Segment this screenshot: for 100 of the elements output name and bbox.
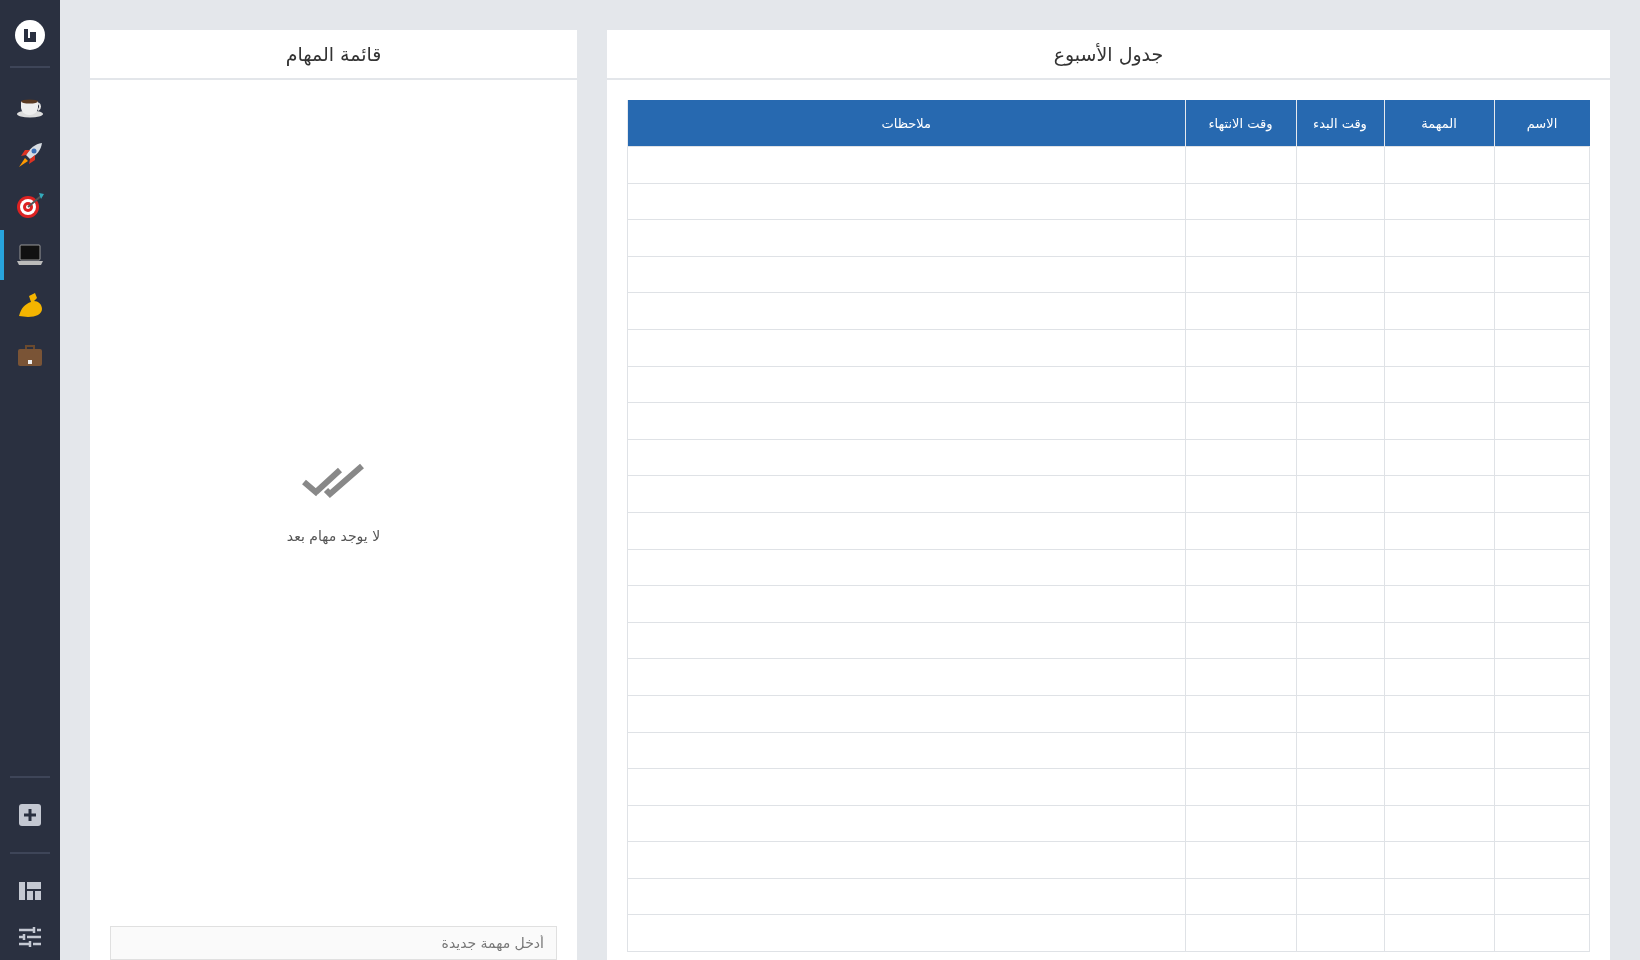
table-cell[interactable] <box>1185 658 1296 696</box>
table-cell[interactable] <box>1296 805 1384 842</box>
table-cell[interactable] <box>1185 622 1296 659</box>
table-cell[interactable] <box>1494 658 1590 696</box>
table-cell[interactable] <box>1384 292 1494 330</box>
table-cell[interactable] <box>1185 402 1296 440</box>
table-cell[interactable] <box>1494 475 1590 513</box>
table-cell[interactable] <box>1185 439 1296 476</box>
table-cell[interactable] <box>1185 256 1296 293</box>
table-cell[interactable] <box>1296 658 1384 696</box>
table-cell[interactable] <box>1384 695 1494 732</box>
table-cell[interactable] <box>1494 732 1590 769</box>
table-cell[interactable] <box>627 439 1185 476</box>
table-cell[interactable] <box>1494 805 1590 842</box>
table-cell[interactable] <box>1384 219 1494 257</box>
table-cell[interactable] <box>1494 183 1590 220</box>
table-cell[interactable] <box>1494 439 1590 476</box>
table-cell[interactable] <box>627 219 1185 257</box>
table-cell[interactable] <box>1494 512 1590 550</box>
table-cell[interactable] <box>627 512 1185 550</box>
table-cell[interactable] <box>1494 329 1590 367</box>
table-cell[interactable] <box>1185 219 1296 257</box>
table-cell[interactable] <box>1185 512 1296 550</box>
table-cell[interactable] <box>1384 146 1494 184</box>
table-cell[interactable] <box>627 256 1185 293</box>
table-cell[interactable] <box>1185 585 1296 623</box>
table-cell[interactable] <box>1384 366 1494 403</box>
table-cell[interactable] <box>627 841 1185 879</box>
table-cell[interactable] <box>1494 768 1590 806</box>
table-cell[interactable] <box>627 402 1185 440</box>
table-cell[interactable] <box>1296 585 1384 623</box>
table-cell[interactable] <box>1185 475 1296 513</box>
table-cell[interactable] <box>1494 622 1590 659</box>
table-cell[interactable] <box>1185 146 1296 184</box>
table-cell[interactable] <box>1384 658 1494 696</box>
table-cell[interactable] <box>1296 878 1384 915</box>
table-cell[interactable] <box>1296 622 1384 659</box>
table-cell[interactable] <box>627 768 1185 806</box>
table-cell[interactable] <box>1494 292 1590 330</box>
table-cell[interactable] <box>627 732 1185 769</box>
table-cell[interactable] <box>1384 841 1494 879</box>
table-cell[interactable] <box>627 292 1185 330</box>
table-cell[interactable] <box>1494 219 1590 257</box>
table-cell[interactable] <box>1296 439 1384 476</box>
table-cell[interactable] <box>1384 549 1494 586</box>
table-cell[interactable] <box>1185 329 1296 367</box>
table-cell[interactable] <box>1296 402 1384 440</box>
table-cell[interactable] <box>1384 512 1494 550</box>
table-cell[interactable] <box>1296 475 1384 513</box>
table-cell[interactable] <box>1384 805 1494 842</box>
table-cell[interactable] <box>1296 549 1384 586</box>
table-cell[interactable] <box>1494 146 1590 184</box>
table-cell[interactable] <box>1185 292 1296 330</box>
table-cell[interactable] <box>1384 585 1494 623</box>
table-cell[interactable] <box>1384 914 1494 952</box>
table-cell[interactable] <box>1296 695 1384 732</box>
table-cell[interactable] <box>1296 366 1384 403</box>
table-cell[interactable] <box>1494 585 1590 623</box>
table-cell[interactable] <box>627 622 1185 659</box>
table-cell[interactable] <box>627 549 1185 586</box>
table-cell[interactable] <box>1494 878 1590 915</box>
table-cell[interactable] <box>627 585 1185 623</box>
table-cell[interactable] <box>1384 329 1494 367</box>
table-cell[interactable] <box>1185 183 1296 220</box>
table-cell[interactable] <box>1296 329 1384 367</box>
table-cell[interactable] <box>1384 768 1494 806</box>
table-cell[interactable] <box>1494 366 1590 403</box>
table-cell[interactable] <box>1185 366 1296 403</box>
table-cell[interactable] <box>1185 732 1296 769</box>
table-cell[interactable] <box>1384 402 1494 440</box>
table-cell[interactable] <box>627 914 1185 952</box>
table-cell[interactable] <box>1296 146 1384 184</box>
table-cell[interactable] <box>1296 219 1384 257</box>
table-cell[interactable] <box>627 146 1185 184</box>
table-cell[interactable] <box>1296 841 1384 879</box>
table-cell[interactable] <box>1384 256 1494 293</box>
table-cell[interactable] <box>1296 292 1384 330</box>
table-cell[interactable] <box>1384 878 1494 915</box>
table-cell[interactable] <box>1185 768 1296 806</box>
table-cell[interactable] <box>1384 732 1494 769</box>
table-cell[interactable] <box>1494 256 1590 293</box>
table-cell[interactable] <box>1296 732 1384 769</box>
table-cell[interactable] <box>1384 622 1494 659</box>
table-cell[interactable] <box>627 329 1185 367</box>
table-cell[interactable] <box>627 366 1185 403</box>
table-cell[interactable] <box>1296 256 1384 293</box>
table-cell[interactable] <box>1185 805 1296 842</box>
table-cell[interactable] <box>627 183 1185 220</box>
table-cell[interactable] <box>1384 475 1494 513</box>
table-cell[interactable] <box>1296 914 1384 952</box>
table-cell[interactable] <box>1185 878 1296 915</box>
table-cell[interactable] <box>1296 183 1384 220</box>
table-cell[interactable] <box>627 805 1185 842</box>
table-cell[interactable] <box>1384 439 1494 476</box>
table-cell[interactable] <box>1494 402 1590 440</box>
table-cell[interactable] <box>627 475 1185 513</box>
table-cell[interactable] <box>1384 183 1494 220</box>
table-cell[interactable] <box>1296 512 1384 550</box>
table-cell[interactable] <box>1494 841 1590 879</box>
table-cell[interactable] <box>1296 768 1384 806</box>
